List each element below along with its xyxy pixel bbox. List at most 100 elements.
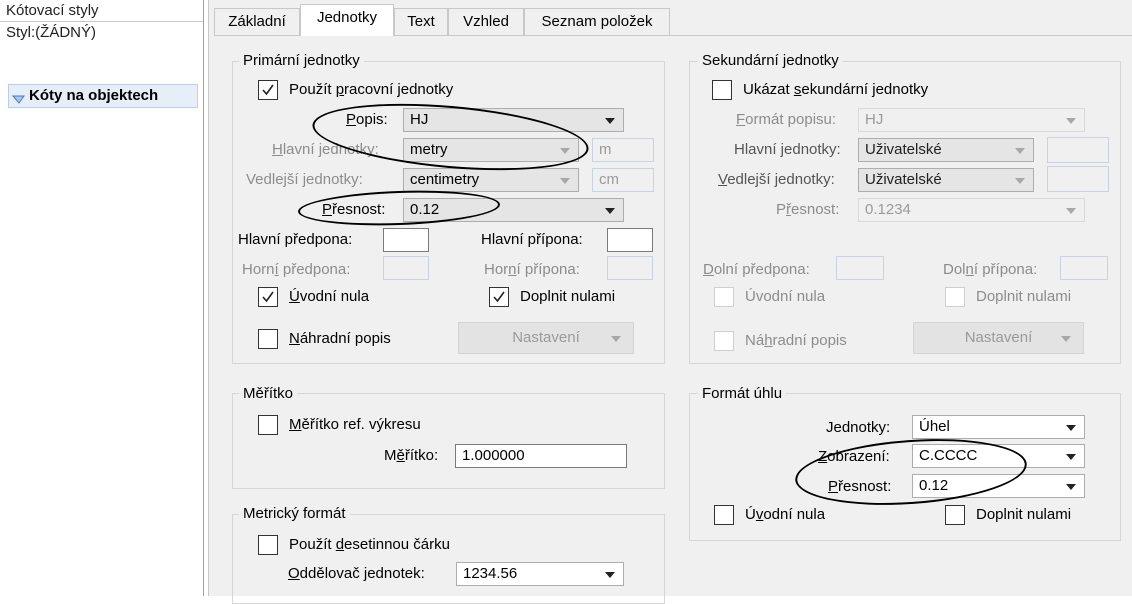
sub-units-dropdown[interactable]: centimetry	[403, 168, 579, 192]
tab-item-list[interactable]: Seznam položek	[524, 8, 670, 35]
main-units-label: Hlavní jednotky:	[272, 141, 379, 158]
use-working-units-checkbox[interactable]	[258, 80, 278, 100]
main-prefix-field[interactable]	[383, 228, 429, 252]
secondary-units-title: Sekundární jednotky	[698, 52, 843, 70]
chevron-down-icon	[560, 148, 570, 154]
angle-units-label: Jednotky:	[826, 419, 891, 436]
main-units-abbr-field[interactable]: m	[592, 138, 654, 162]
main-prefix-label: Hlavní předpona:	[238, 231, 353, 248]
chevron-down-icon	[1061, 336, 1071, 342]
sec-alt-text-checkbox[interactable]	[714, 331, 734, 351]
format-dropdown[interactable]: HJ	[858, 108, 1085, 132]
sec-leading-zero-label: Úvodní nula	[745, 288, 826, 305]
chevron-down-icon	[1066, 118, 1076, 124]
lower-prefix-label: Dolní předpona:	[703, 261, 810, 278]
sec-precision-label: Přesnost:	[776, 201, 840, 218]
sec-trailing-zeros-checkbox[interactable]	[945, 287, 965, 307]
style-label: Styl:(ŽÁDNÝ)	[6, 24, 96, 41]
angle-trailing-zeros-checkbox[interactable]	[945, 505, 965, 525]
separator-dropdown[interactable]: 1234.56	[456, 562, 624, 586]
chevron-down-icon	[611, 336, 621, 342]
precision-label: Přesnost:	[322, 201, 386, 218]
lower-suffix-label: Dolní přípona:	[943, 261, 1038, 278]
sec-precision-dropdown[interactable]: 0.1234	[858, 198, 1085, 222]
metric-format-group	[232, 514, 665, 604]
main-units-dropdown[interactable]: metry	[403, 138, 579, 162]
main-suffix-label: Hlavní přípona:	[481, 231, 583, 248]
use-working-units-label: Použít pracovní jednotky	[289, 81, 454, 98]
trailing-zeros-checkbox[interactable]	[489, 287, 509, 307]
main-suffix-field[interactable]	[607, 228, 653, 252]
primary-settings-button[interactable]: Nastavení	[458, 322, 634, 354]
leading-zero-label: Úvodní nula	[289, 288, 370, 305]
trailing-zeros-label: Doplnit nulami	[520, 288, 616, 305]
sec-leading-zero-checkbox[interactable]	[714, 287, 734, 307]
upper-prefix-label: Horní předpona:	[242, 261, 351, 278]
scale-title: Měřítko	[239, 385, 298, 403]
sec-trailing-zeros-label: Doplnit nulami	[976, 288, 1072, 305]
scale-label: Měřítko:	[384, 447, 439, 464]
show-secondary-checkbox[interactable]	[712, 80, 732, 100]
angle-display-label: Zobrazení:	[818, 448, 890, 465]
chevron-down-icon	[1066, 484, 1076, 490]
alt-text-checkbox[interactable]	[258, 329, 278, 349]
tab-basic[interactable]: Základní	[214, 8, 300, 35]
angle-precision-label: Přesnost:	[828, 478, 892, 495]
angle-format-title: Formát úhlu	[698, 385, 787, 403]
leading-zero-checkbox[interactable]	[258, 287, 278, 307]
sub-units-abbr-field[interactable]: cm	[592, 168, 654, 192]
chevron-down-icon	[1015, 178, 1025, 184]
dimension-styles-panel: Kótovací styly Styl:(ŽÁDNÝ) Kóty na obje…	[0, 0, 204, 596]
primary-units-title: Primární jednotky	[239, 52, 364, 70]
angle-leading-zero-label: Úvodní nula	[745, 506, 826, 523]
alt-text-label: Náhradní popis	[289, 330, 391, 347]
decimal-comma-checkbox[interactable]	[258, 535, 278, 555]
chevron-down-icon	[605, 118, 615, 124]
chevron-down-icon	[1066, 454, 1076, 460]
ref-scale-label: Měřítko ref. výkresu	[289, 416, 421, 433]
tree-item-dimensions-on-objects[interactable]: Kóty na objektech	[8, 84, 198, 108]
sec-sub-units-label: Vedlejší jednotky:	[718, 171, 835, 188]
angle-display-dropdown[interactable]: C.CCCC	[912, 444, 1085, 468]
upper-suffix-field[interactable]	[607, 256, 653, 280]
panel-title: Kótovací styly	[0, 0, 203, 22]
upper-prefix-field[interactable]	[383, 256, 429, 280]
lower-suffix-field[interactable]	[1060, 256, 1108, 280]
chevron-down-icon	[1066, 208, 1076, 214]
popis-dropdown[interactable]: HJ	[403, 108, 624, 132]
sub-units-label: Vedlejší jednotky:	[246, 171, 363, 188]
tab-text[interactable]: Text	[394, 8, 448, 35]
angle-precision-dropdown[interactable]: 0.12	[912, 474, 1085, 498]
sec-alt-text-label: Náhradní popis	[745, 332, 847, 349]
scale-field[interactable]: 1.000000	[455, 444, 627, 468]
sec-main-units-dropdown[interactable]: Uživatelské	[858, 138, 1034, 162]
decimal-comma-label: Použít desetinnou čárku	[289, 536, 450, 553]
show-secondary-label: Ukázat sekundární jednotky	[743, 81, 929, 98]
chevron-down-icon	[605, 208, 615, 214]
popis-label: Popis:	[346, 111, 388, 128]
precision-dropdown[interactable]: 0.12	[403, 198, 624, 222]
angle-trailing-zeros-label: Doplnit nulami	[976, 506, 1072, 523]
sec-main-units-field[interactable]	[1047, 137, 1109, 163]
separator-label: Oddělovač jednotek:	[288, 565, 425, 582]
dimension-style-icon	[11, 90, 25, 104]
sec-sub-units-dropdown[interactable]: Uživatelské	[858, 168, 1034, 192]
chevron-down-icon	[1066, 425, 1076, 431]
format-label: Formát popisu:	[736, 111, 837, 128]
upper-suffix-label: Horní přípona:	[484, 261, 580, 278]
secondary-settings-button[interactable]: Nastavení	[913, 322, 1084, 354]
metric-format-title: Metrický formát	[239, 505, 350, 523]
angle-units-dropdown[interactable]: Úhel	[912, 415, 1085, 439]
sec-main-units-label: Hlavní jednotky:	[734, 141, 841, 158]
chevron-down-icon	[1015, 148, 1025, 154]
tab-units[interactable]: Jednotky	[300, 4, 394, 36]
chevron-down-icon	[605, 572, 615, 578]
scale-group	[232, 393, 665, 489]
ref-scale-checkbox[interactable]	[258, 415, 278, 435]
tree-item-label: Kóty na objektech	[29, 87, 159, 104]
angle-leading-zero-checkbox[interactable]	[714, 505, 734, 525]
lower-prefix-field[interactable]	[836, 256, 884, 280]
chevron-down-icon	[560, 178, 570, 184]
tab-appearance[interactable]: Vzhled	[448, 8, 524, 35]
sec-sub-units-field[interactable]	[1047, 166, 1109, 192]
